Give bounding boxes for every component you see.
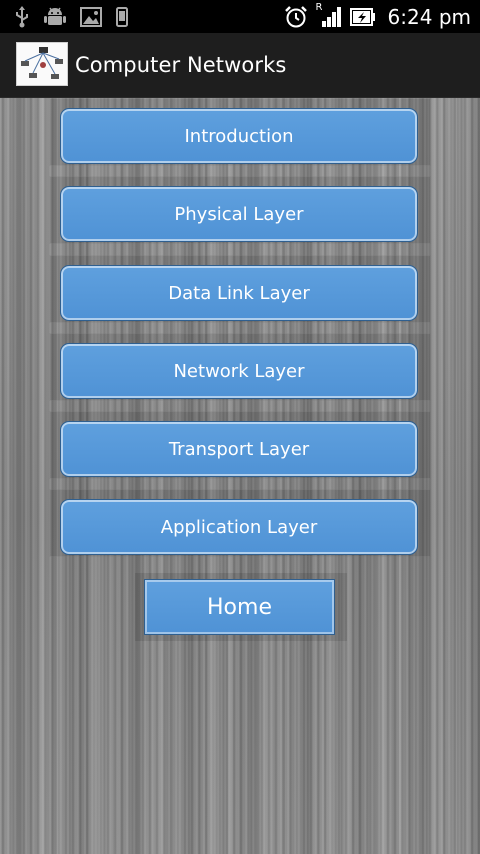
app-title: Computer Networks [75,53,287,77]
alarm-clock-icon [284,6,307,28]
home-button[interactable]: Home [144,579,335,635]
introduction-button[interactable]: Introduction [60,108,418,164]
network-diagram-icon[interactable] [16,42,68,86]
battery-icon [349,8,375,26]
action-bar: Computer Networks [0,33,480,98]
android-icon [44,7,66,25]
notification-icons [14,5,128,29]
phone-icon [116,7,128,27]
menu-row-network-layer: Network Layer [49,333,431,401]
menu-row-physical-layer: Physical Layer [49,176,431,244]
system-icons: R 6:24 pm [284,2,471,31]
menu-row-transport-layer: Transport Layer [49,411,431,479]
menu-row-introduction: Introduction [49,98,431,166]
status-time: 6:24 pm [387,5,471,29]
home-button-container: Home [135,573,347,641]
main-content: Introduction Physical Layer Data Link La… [0,98,480,854]
application-layer-button[interactable]: Application Layer [60,499,418,555]
image-icon [80,7,102,27]
data-link-layer-button[interactable]: Data Link Layer [60,265,418,321]
network-layer-button[interactable]: Network Layer [60,343,418,399]
transport-layer-button[interactable]: Transport Layer [60,421,418,477]
menu-row-application-layer: Application Layer [49,489,431,557]
signal-indicator: R [316,2,342,29]
status-bar: R 6:24 pm [0,0,480,33]
usb-icon [16,6,28,28]
physical-layer-button[interactable]: Physical Layer [60,186,418,242]
signal-icon [321,7,341,27]
menu-row-data-link-layer: Data Link Layer [49,255,431,323]
